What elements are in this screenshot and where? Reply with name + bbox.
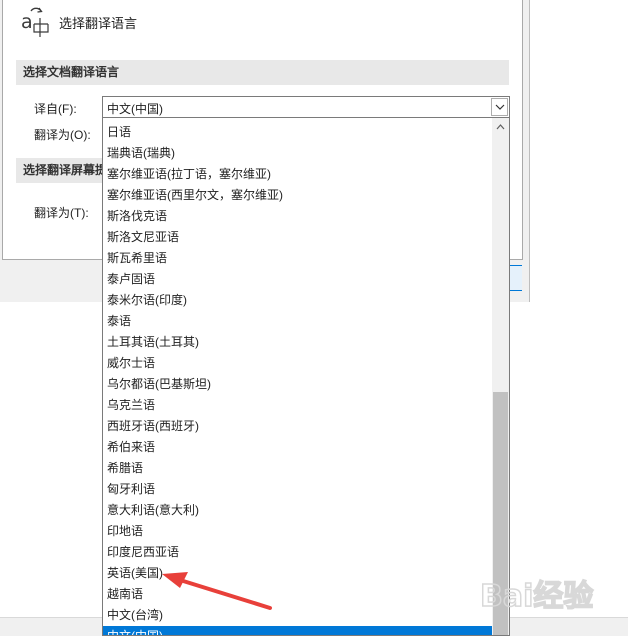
translate-from-select[interactable]: 中文(中国) xyxy=(102,96,510,118)
language-option[interactable]: 泰米尔语(印度) xyxy=(103,290,493,311)
language-option[interactable]: 日语 xyxy=(103,122,493,143)
language-option[interactable]: 乌克兰语 xyxy=(103,395,493,416)
language-option[interactable]: 瑞典语(瑞典) xyxy=(103,143,493,164)
language-option[interactable]: 印度尼西亚语 xyxy=(103,542,493,563)
language-option[interactable]: 塞尔维亚语(拉丁语，塞尔维亚) xyxy=(103,164,493,185)
language-option[interactable]: 希腊语 xyxy=(103,458,493,479)
screen-translate-to-label: 翻译为(T): xyxy=(34,206,89,220)
language-option[interactable]: 希伯来语 xyxy=(103,437,493,458)
language-option[interactable]: 中文(台湾) xyxy=(103,605,493,626)
language-option[interactable]: 乌尔都语(巴基斯坦) xyxy=(103,374,493,395)
svg-text:Bai经验: Bai经验 xyxy=(480,579,593,614)
dialog-edge xyxy=(523,0,530,302)
language-option[interactable]: 土耳其语(土耳其) xyxy=(103,332,493,353)
baidu-watermark-logo: Bai经验 xyxy=(478,570,628,620)
scroll-up-icon[interactable] xyxy=(492,118,509,135)
language-option[interactable]: 英语(美国) xyxy=(103,563,493,584)
language-option[interactable]: 斯洛伐克语 xyxy=(103,206,493,227)
translate-icon: a xyxy=(20,4,54,38)
dropdown-scrollbar[interactable] xyxy=(492,118,509,635)
language-option[interactable]: 威尔士语 xyxy=(103,353,493,374)
language-option[interactable]: 中文(中国) xyxy=(103,626,493,635)
language-option[interactable]: 泰语 xyxy=(103,311,493,332)
language-option[interactable]: 印地语 xyxy=(103,521,493,542)
translate-to-label: 翻译为(O): xyxy=(34,128,91,142)
translate-from-value: 中文(中国) xyxy=(107,102,163,116)
language-dropdown[interactable]: 日语 瑞典语(瑞典) 塞尔维亚语(拉丁语，塞尔维亚) 塞尔维亚语(西里尔文，塞尔维亚)… xyxy=(102,117,510,636)
language-option[interactable]: 越南语 xyxy=(103,584,493,605)
translate-from-label: 译自(F): xyxy=(34,102,77,116)
language-option[interactable]: 匈牙利语 xyxy=(103,479,493,500)
language-option[interactable]: 斯洛文尼亚语 xyxy=(103,227,493,248)
chevron-down-icon[interactable] xyxy=(491,98,508,116)
svg-text:a: a xyxy=(21,11,33,33)
language-option[interactable]: 塞尔维亚语(西里尔文，塞尔维亚) xyxy=(103,185,493,206)
language-option[interactable]: 西班牙语(西班牙) xyxy=(103,416,493,437)
language-option[interactable]: 泰卢固语 xyxy=(103,269,493,290)
dialog-title: 选择翻译语言 xyxy=(59,16,138,31)
document-section-heading: 选择文档翻译语言 xyxy=(16,60,509,85)
language-option[interactable]: 斯瓦希里语 xyxy=(103,248,493,269)
language-option[interactable]: 意大利语(意大利) xyxy=(103,500,493,521)
language-list: 日语 瑞典语(瑞典) 塞尔维亚语(拉丁语，塞尔维亚) 塞尔维亚语(西里尔文，塞尔维亚)… xyxy=(103,122,493,635)
